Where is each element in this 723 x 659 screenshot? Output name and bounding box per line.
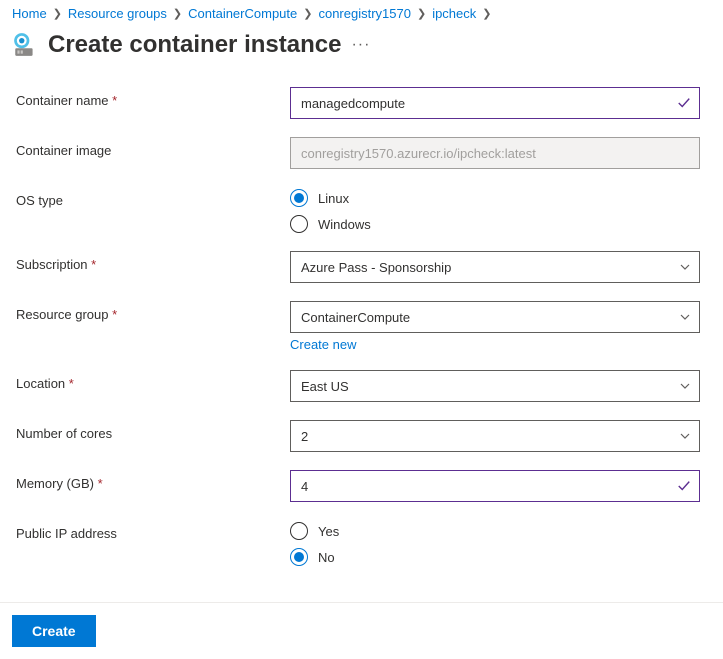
chevron-down-icon bbox=[679, 311, 691, 323]
breadcrumb-ipcheck[interactable]: ipcheck bbox=[432, 6, 476, 21]
radio-icon bbox=[290, 522, 308, 540]
public-ip-radio-group: Yes No bbox=[290, 520, 700, 566]
container-name-input[interactable]: managedcompute bbox=[290, 87, 700, 119]
public-ip-yes-radio[interactable]: Yes bbox=[290, 522, 700, 540]
memory-label: Memory (GB) * bbox=[16, 470, 290, 491]
footer-bar: Create bbox=[0, 602, 723, 659]
os-type-linux-radio[interactable]: Linux bbox=[290, 189, 700, 207]
cores-select[interactable]: 2 bbox=[290, 420, 700, 452]
container-image-input: conregistry1570.azurecr.io/ipcheck:lates… bbox=[290, 137, 700, 169]
location-label: Location * bbox=[16, 370, 290, 391]
breadcrumb: Home ❯ Resource groups ❯ ContainerComput… bbox=[12, 6, 711, 21]
page-header: Create container instance ··· bbox=[12, 31, 711, 59]
container-name-label: Container name * bbox=[16, 87, 290, 108]
create-button[interactable]: Create bbox=[12, 615, 96, 647]
more-actions-icon[interactable]: ··· bbox=[351, 36, 370, 54]
chevron-right-icon: ❯ bbox=[303, 7, 312, 20]
radio-icon bbox=[290, 548, 308, 566]
breadcrumb-container-compute[interactable]: ContainerCompute bbox=[188, 6, 297, 21]
radio-icon bbox=[290, 189, 308, 207]
breadcrumb-resource-groups[interactable]: Resource groups bbox=[68, 6, 167, 21]
chevron-down-icon bbox=[679, 430, 691, 442]
os-type-windows-radio[interactable]: Windows bbox=[290, 215, 700, 233]
breadcrumb-home[interactable]: Home bbox=[12, 6, 47, 21]
container-instance-icon bbox=[12, 32, 38, 58]
resource-group-label: Resource group * bbox=[16, 301, 290, 322]
chevron-down-icon bbox=[679, 261, 691, 273]
location-select[interactable]: East US bbox=[290, 370, 700, 402]
cores-label: Number of cores bbox=[16, 420, 290, 441]
chevron-down-icon bbox=[679, 380, 691, 392]
os-type-label: OS type bbox=[16, 187, 290, 208]
check-icon bbox=[677, 96, 691, 110]
radio-icon bbox=[290, 215, 308, 233]
container-image-label: Container image bbox=[16, 137, 290, 158]
public-ip-label: Public IP address bbox=[16, 520, 290, 541]
public-ip-no-radio[interactable]: No bbox=[290, 548, 700, 566]
chevron-right-icon: ❯ bbox=[173, 7, 182, 20]
subscription-select[interactable]: Azure Pass - Sponsorship bbox=[290, 251, 700, 283]
chevron-right-icon: ❯ bbox=[482, 7, 491, 20]
chevron-right-icon: ❯ bbox=[417, 7, 426, 20]
resource-group-select[interactable]: ContainerCompute bbox=[290, 301, 700, 333]
create-new-resource-group-link[interactable]: Create new bbox=[290, 337, 356, 352]
os-type-radio-group: Linux Windows bbox=[290, 187, 700, 233]
create-form: Container name * managedcompute Containe… bbox=[16, 87, 711, 566]
subscription-label: Subscription * bbox=[16, 251, 290, 272]
breadcrumb-conregistry[interactable]: conregistry1570 bbox=[318, 6, 411, 21]
memory-select[interactable]: 4 bbox=[290, 470, 700, 502]
check-icon bbox=[677, 479, 691, 493]
chevron-right-icon: ❯ bbox=[53, 7, 62, 20]
page-title: Create container instance bbox=[48, 31, 341, 59]
